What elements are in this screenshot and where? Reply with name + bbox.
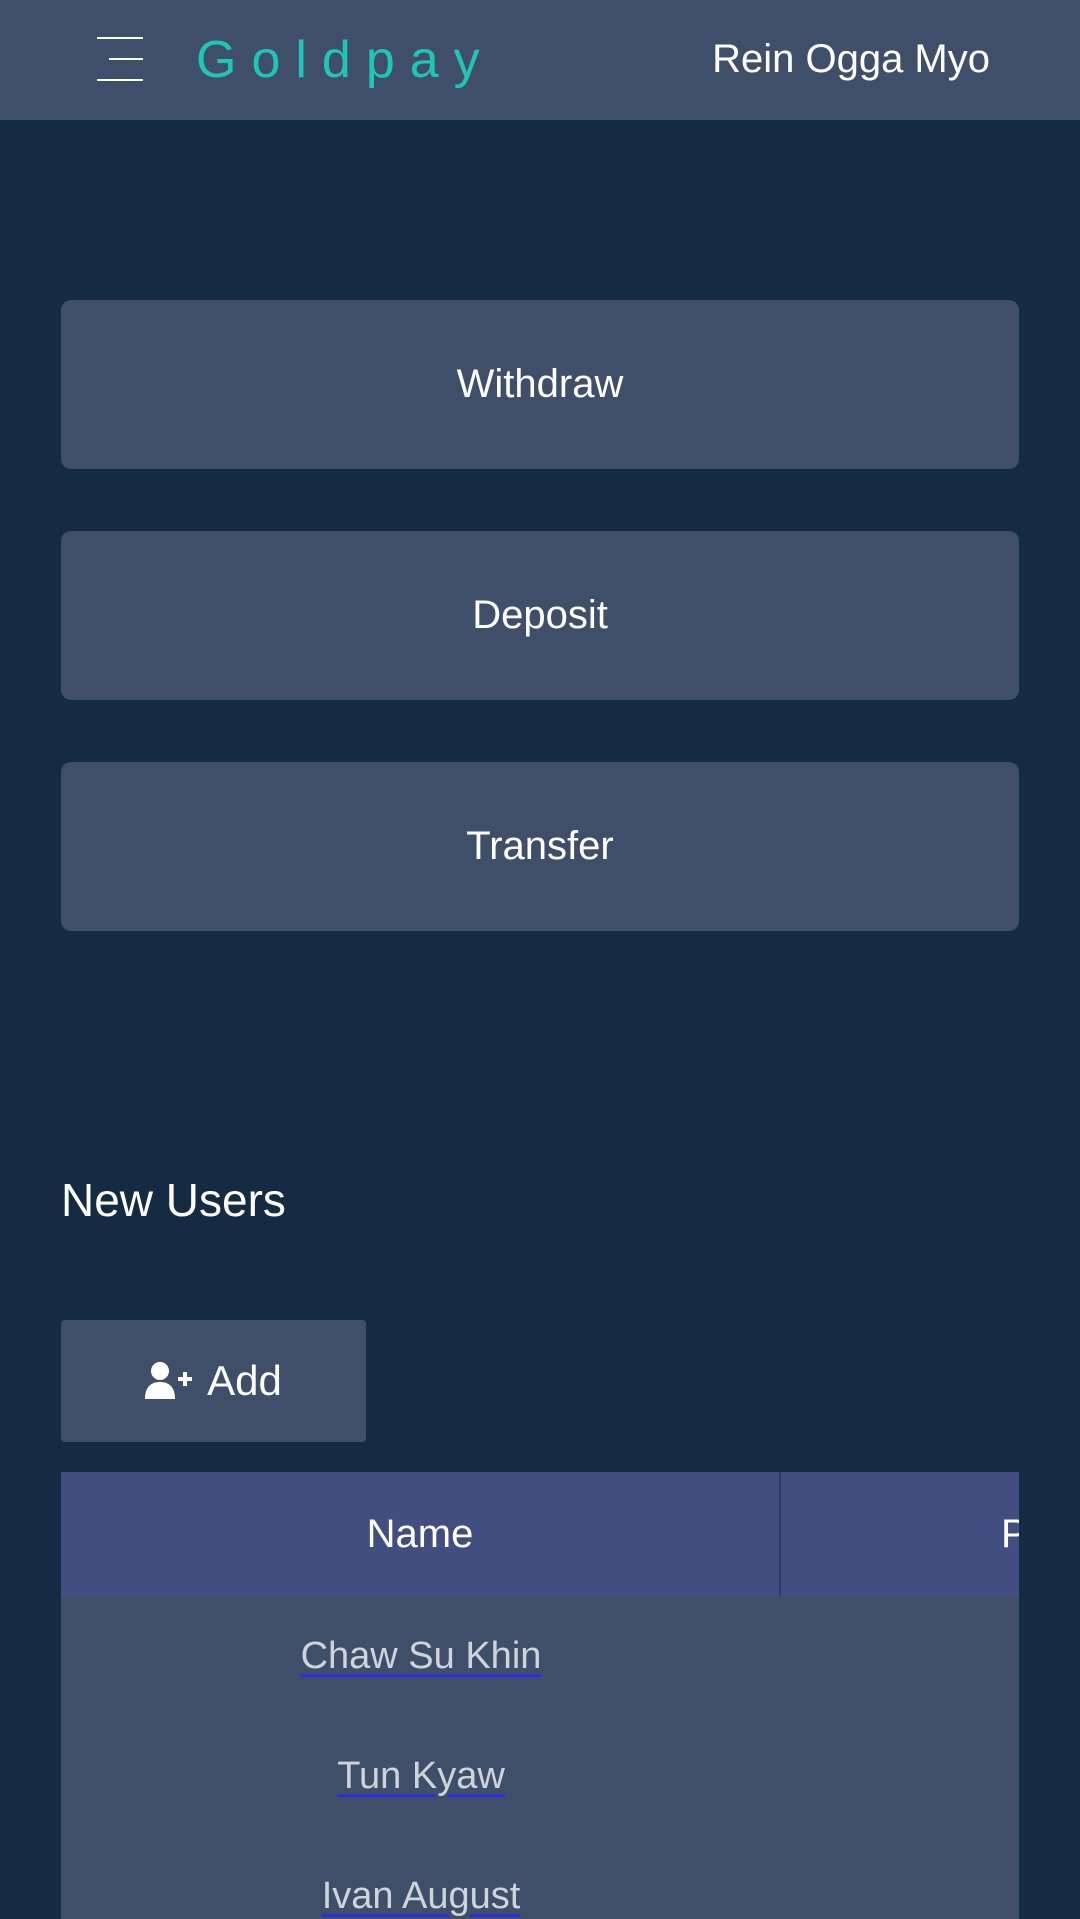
transfer-button[interactable]: Transfer (61, 762, 1019, 931)
brand-logo-text[interactable]: Goldpay (196, 28, 495, 92)
table-header: Name P (61, 1472, 1019, 1596)
table-row: Tun Kyaw (61, 1716, 781, 1836)
column-header-truncated: P (1001, 1511, 1019, 1556)
user-name-link[interactable]: Ivan August (322, 1875, 521, 1918)
menu-line (109, 58, 143, 60)
add-user-button[interactable]: Add (61, 1320, 366, 1442)
table-row: Chaw Su Khin (61, 1596, 781, 1716)
withdraw-button[interactable]: Withdraw (61, 300, 1019, 469)
table-row: Ivan August (61, 1836, 781, 1919)
user-name-link[interactable]: Tun Kyaw (337, 1755, 505, 1798)
hamburger-menu-icon[interactable] (97, 36, 143, 82)
menu-line (97, 79, 143, 81)
column-header-name: Name (61, 1472, 781, 1596)
user-name[interactable]: Rein Ogga Myo (712, 34, 990, 84)
new-users-table: Name P Chaw Su Khin Tun Kyaw Ivan August (61, 1472, 1019, 1919)
top-bar: Goldpay Rein Ogga Myo (0, 0, 1080, 120)
user-name-link[interactable]: Chaw Su Khin (301, 1635, 542, 1678)
user-plus-icon (145, 1362, 193, 1399)
add-button-label: Add (207, 1357, 282, 1404)
deposit-button[interactable]: Deposit (61, 531, 1019, 700)
new-users-heading: New Users (61, 1174, 286, 1226)
menu-line (97, 37, 143, 39)
